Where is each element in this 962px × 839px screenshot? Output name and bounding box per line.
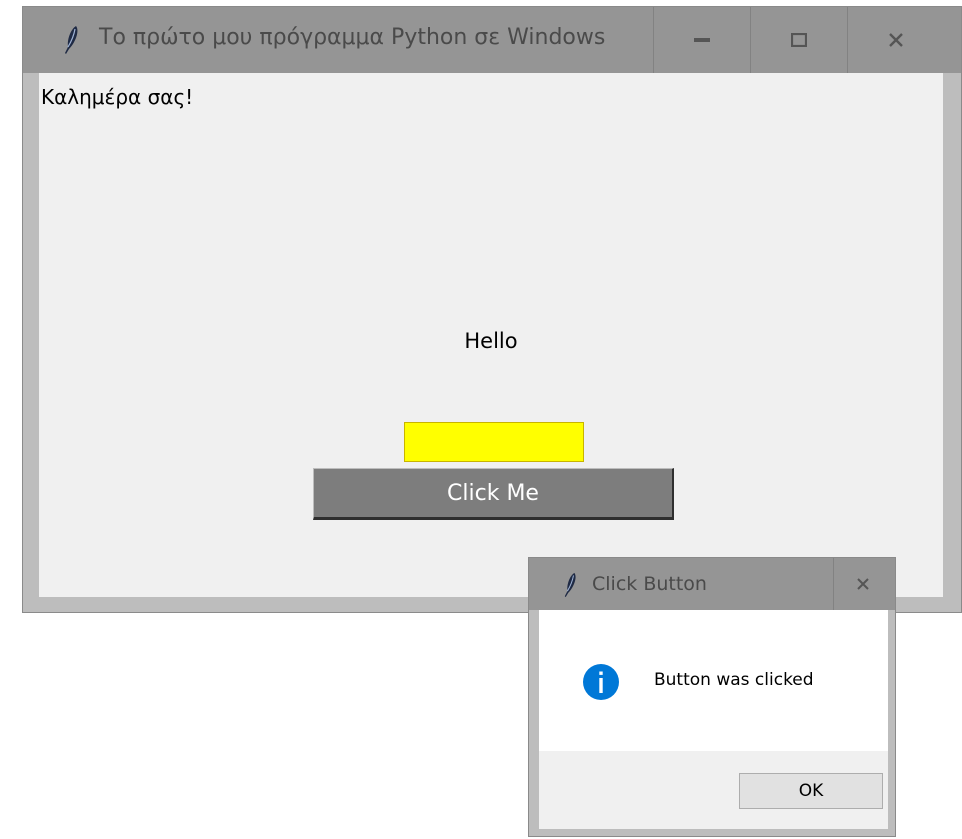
dialog-body: Button was clicked	[539, 610, 888, 751]
feather-icon	[65, 26, 78, 54]
minimize-icon	[693, 38, 710, 42]
dialog-message: Button was clicked	[654, 670, 814, 690]
ok-button[interactable]: OK	[739, 773, 883, 809]
title-bar[interactable]: Το πρώτο μου πρόγραμμα Python σε Windows	[23, 7, 961, 73]
dialog-close-button[interactable]	[833, 558, 891, 610]
window-content: Καλημέρα σας! Hello Click Me	[39, 73, 943, 597]
message-dialog: Click Button Button was clicked OK	[528, 557, 896, 837]
close-icon	[888, 33, 903, 47]
info-icon	[583, 664, 619, 700]
greeting-label: Καλημέρα σας!	[41, 85, 194, 109]
close-button[interactable]	[847, 7, 943, 73]
maximize-button[interactable]	[750, 7, 846, 73]
click-me-button[interactable]: Click Me	[313, 468, 674, 520]
text-entry[interactable]	[404, 422, 584, 462]
window-title: Το πρώτο μου πρόγραμμα Python σε Windows	[99, 25, 606, 50]
close-icon	[856, 578, 869, 590]
dialog-title-bar[interactable]: Click Button	[529, 558, 895, 610]
hello-label: Hello	[464, 329, 518, 353]
dialog-footer: OK	[539, 751, 888, 829]
minimize-button[interactable]	[653, 7, 749, 73]
main-window: Το πρώτο μου πρόγραμμα Python σε Windows…	[22, 6, 962, 613]
maximize-icon	[790, 33, 807, 47]
feather-icon	[564, 572, 576, 598]
dialog-title: Click Button	[592, 573, 707, 595]
